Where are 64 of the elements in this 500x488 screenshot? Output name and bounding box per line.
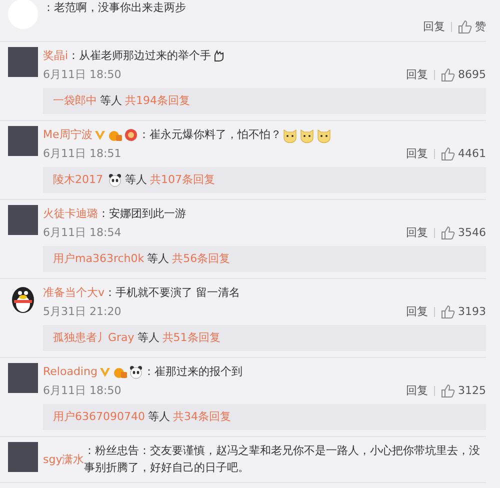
comment-text: ：崔永元爆你料了，怕不怕？ xyxy=(138,127,282,143)
like-button[interactable]: 3125 xyxy=(441,382,486,399)
panda-icon xyxy=(108,173,122,187)
replies-count-link[interactable]: 共194条回复 xyxy=(125,93,190,109)
replies-count-link[interactable]: 共51条回复 xyxy=(162,330,220,346)
avatar-photo-placeholder[interactable] xyxy=(8,47,38,77)
comment-date: 5月31日 21:20 xyxy=(43,304,122,320)
like-button[interactable]: 8695 xyxy=(441,66,486,83)
thumbs-up-icon xyxy=(441,304,455,318)
reply-link[interactable]: 回复 xyxy=(423,18,445,35)
like-button[interactable]: 赞 xyxy=(458,18,486,35)
level-badge-icon xyxy=(124,128,138,142)
cat-emoji-icon xyxy=(282,126,298,142)
reply-user-link[interactable]: 陵木2017 xyxy=(53,172,103,188)
comment-date: 6月11日 18:50 xyxy=(43,67,122,83)
username-link[interactable]: sgy潇水 xyxy=(43,450,84,468)
like-button[interactable]: 3546 xyxy=(441,224,486,241)
reply-user-link[interactable]: 用户6367090740 xyxy=(53,409,145,425)
username-link[interactable]: Reloading xyxy=(43,363,98,380)
panda-icon xyxy=(129,364,144,378)
comment-date: 6月11日 18:50 xyxy=(43,383,122,399)
avatar-photo-placeholder[interactable] xyxy=(8,205,38,235)
thumbs-up-icon xyxy=(441,226,455,240)
comment-text: ：老范啊，没事你出来走两步 xyxy=(43,0,186,16)
avatar-photo-placeholder[interactable] xyxy=(8,363,38,393)
verified-v-icon xyxy=(99,366,112,378)
replies-others-text: 等人 xyxy=(100,93,122,109)
reply-link[interactable]: 回复 xyxy=(406,224,428,241)
avatar-photo-placeholder[interactable] xyxy=(8,442,38,472)
comment-text: ：从崔老师那边过来的举个手 xyxy=(68,48,212,64)
replies-others-text: 等人 xyxy=(147,251,170,267)
cat-emoji-icon xyxy=(316,126,332,142)
thumbs-up-icon xyxy=(441,384,455,398)
replies-others-text: 等人 xyxy=(137,330,160,346)
verified-v-icon xyxy=(94,128,106,140)
reply-user-link[interactable]: 用户ma363rch0k xyxy=(53,251,144,267)
thumbs-up-icon xyxy=(458,20,472,34)
replies-count-link[interactable]: 共34条回复 xyxy=(173,409,231,425)
thumbs-up-icon xyxy=(441,68,455,82)
replies-others-text: 等人 xyxy=(125,172,147,188)
username-link[interactable]: Me周宁波 xyxy=(43,126,92,143)
like-button[interactable]: 4461 xyxy=(441,145,486,162)
reply-link[interactable]: 回复 xyxy=(406,66,428,83)
reply-link[interactable]: 回复 xyxy=(406,303,428,320)
like-button[interactable]: 3193 xyxy=(441,303,486,320)
replies-count-link[interactable]: 共56条回复 xyxy=(172,251,230,267)
username-link[interactable]: 火徒卡迪璐 xyxy=(43,205,98,222)
comment-text: ：手机就不要演了 留一清名 xyxy=(104,285,240,301)
comment-date: 6月11日 18:51 xyxy=(43,146,122,162)
reply-user-link[interactable]: 一袋郎中 xyxy=(53,93,97,109)
cat-emoji-icon xyxy=(299,126,316,142)
replies-others-text: 等人 xyxy=(148,409,170,425)
reply-link[interactable]: 回复 xyxy=(406,145,428,162)
comment-text: ：安娜团到此一游 xyxy=(98,206,186,222)
reply-link[interactable]: 回复 xyxy=(406,382,428,399)
username-link[interactable]: 奖晶i xyxy=(43,47,68,64)
comment-date: 6月11日 18:54 xyxy=(43,225,122,241)
username-link[interactable]: 准备当个大v xyxy=(43,284,105,301)
reply-user-link[interactable]: 孤独患者丿Gray xyxy=(53,330,134,346)
comment-text: ：粉丝忠告：交友要谨慎，赵冯之辈和老兄你不是一路人，小心把你带坑里去，没事别折腾了，好好自己的日子吧。 xyxy=(84,443,482,476)
replies-count-link[interactable]: 共107条回复 xyxy=(150,172,215,188)
comment-text: ：崔那过来的报个到 xyxy=(143,364,242,380)
avatar-photo-placeholder[interactable] xyxy=(8,126,38,156)
thumbs-up-icon xyxy=(441,146,455,160)
